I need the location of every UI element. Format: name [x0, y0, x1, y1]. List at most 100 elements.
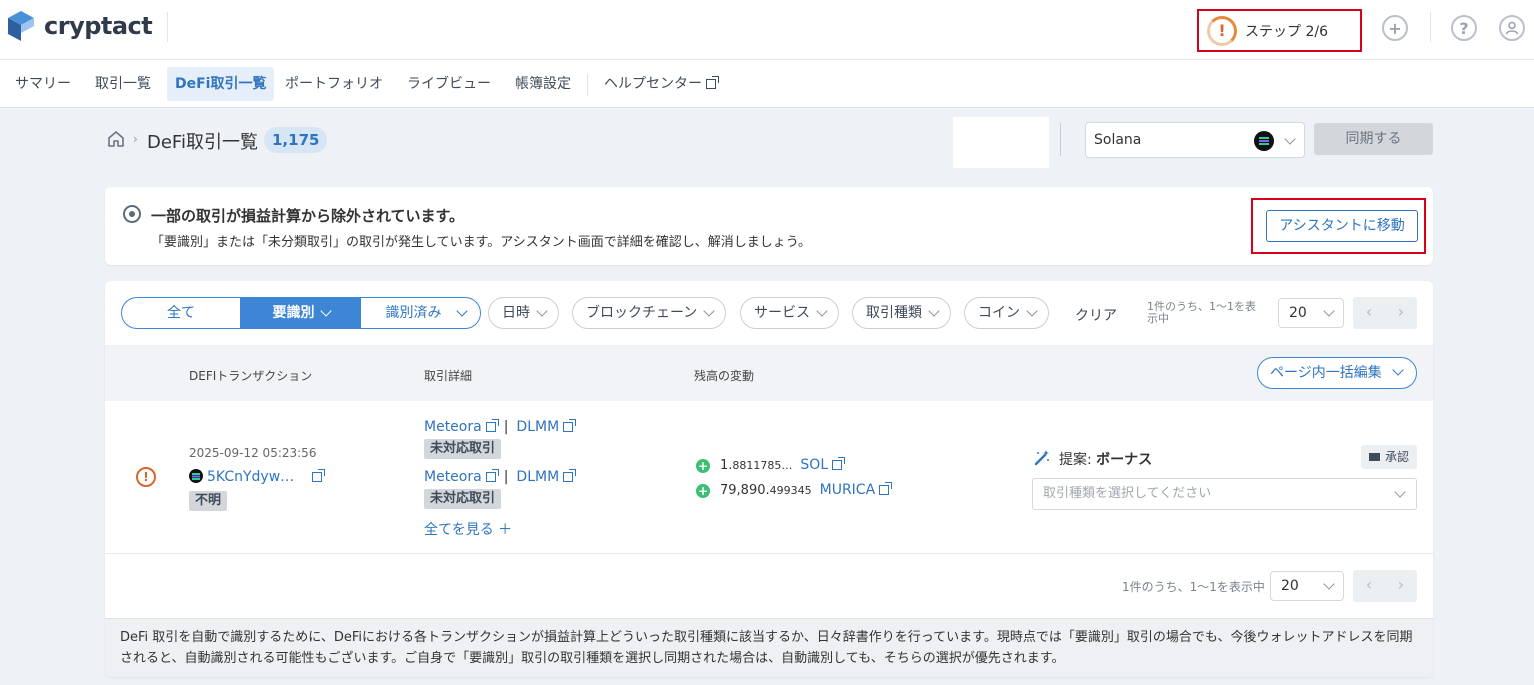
balance-change-item: +79,890.499345 MURICA: [696, 482, 893, 498]
suggestion: 提案: ボーナス: [1059, 449, 1152, 469]
unsupported-tag: 未対応取引: [424, 439, 502, 459]
header-balance-change: 残高の変動: [694, 369, 755, 383]
filter-service-label: サービス: [754, 305, 810, 321]
plus-icon: +: [696, 459, 710, 473]
bottom-per-page-value: 20: [1281, 578, 1299, 594]
external-link-icon: [485, 469, 499, 482]
nav-portfolio[interactable]: ポートフォリオ: [277, 67, 391, 101]
approve-label: 承認: [1385, 450, 1410, 464]
coin-symbol: MURICA: [819, 482, 876, 498]
chevron-down-icon: [536, 305, 548, 317]
suggestion-label: 提案:: [1059, 452, 1092, 468]
balance-amount-fraction: 8811785…: [732, 459, 793, 472]
step-label: ステップ 2/6: [1245, 23, 1328, 40]
pool-link[interactable]: DLMM: [516, 419, 559, 435]
filter-service[interactable]: サービス: [740, 297, 839, 329]
blockchain-select-value: Solana: [1094, 132, 1142, 148]
chevron-down-icon: [928, 305, 940, 317]
solana-icon: [189, 469, 203, 483]
add-icon[interactable]: +: [1382, 15, 1408, 41]
filter-date-label: 日時: [502, 305, 530, 321]
nav-transactions[interactable]: 取引一覧: [87, 67, 159, 101]
chevron-down-icon: [1323, 305, 1335, 317]
top-header: cryptact ! ステップ 2/6 + ?: [0, 0, 1534, 60]
filter-coin[interactable]: コイン: [964, 297, 1049, 329]
chevron-down-icon: [320, 305, 332, 317]
table-header: DEFIトランザクション 取引詳細 残高の変動 ページ内一括編集: [105, 345, 1433, 401]
defi-transaction-table: 全て 要識別 識別済み 日時 ブロックチェーン サービス 取引種類 コイン クリ…: [105, 281, 1433, 677]
protocol-link[interactable]: Meteora: [424, 469, 482, 485]
bulk-edit-button[interactable]: ページ内一括編集: [1257, 357, 1417, 389]
separator: |: [503, 419, 509, 435]
mail-icon: [1369, 453, 1380, 461]
tab-all[interactable]: 全て: [122, 298, 241, 328]
tab-identified[interactable]: 識別済み: [361, 298, 480, 328]
magic-wand-icon: [1034, 450, 1049, 466]
nav-help-center[interactable]: ヘルプセンター: [596, 67, 724, 101]
bottom-pagination-info: 1件のうち、1〜1を表示中: [1122, 580, 1265, 594]
chevron-down-icon: [703, 305, 715, 317]
logo[interactable]: cryptact: [6, 10, 153, 42]
bottom-pagination-arrows: ‹ ›: [1353, 570, 1417, 602]
nav-live-view[interactable]: ライブビュー: [399, 67, 499, 101]
user-icon[interactable]: [1499, 15, 1525, 41]
exclusion-alert: 一部の取引が損益計算から除外されています。 「要識別」または「未分類取引」の取引…: [105, 187, 1433, 265]
filter-coin-label: コイン: [978, 305, 1020, 321]
footer-note: DeFi 取引を自動で識別するために、DeFiにおける各トランザクションが損益計…: [105, 618, 1433, 677]
external-link-icon: [563, 419, 577, 432]
chevron-down-icon: [1323, 578, 1335, 590]
help-icon[interactable]: ?: [1451, 15, 1477, 41]
toolbar-divider: [1060, 123, 1061, 156]
filter-blockchain-label: ブロックチェーン: [586, 305, 698, 321]
chevron-down-icon: [1284, 133, 1296, 145]
logo-text: cryptact: [44, 12, 153, 40]
separator: |: [503, 469, 509, 485]
chevron-down-icon: [1392, 364, 1404, 376]
filter-date[interactable]: 日時: [488, 297, 559, 329]
see-all-link[interactable]: 全てを見る ＋: [424, 519, 512, 539]
nav-summary[interactable]: サマリー: [7, 67, 79, 101]
bottom-per-page-select[interactable]: 20: [1270, 571, 1344, 601]
filter-transaction-type[interactable]: 取引種類: [852, 297, 951, 329]
bulk-edit-label: ページ内一括編集: [1270, 365, 1382, 381]
status-badge: 不明: [189, 491, 228, 511]
prev-page-icon[interactable]: ‹: [1353, 570, 1385, 602]
prev-page-icon[interactable]: ‹: [1353, 297, 1385, 329]
go-to-assistant-button[interactable]: アシスタントに移動: [1266, 210, 1418, 242]
nav-defi-transactions[interactable]: DeFi取引一覧: [167, 67, 275, 101]
target-icon: [123, 205, 141, 223]
transaction-hash: 5KCnYdyw…: [207, 469, 295, 485]
pagination-arrows: ‹ ›: [1353, 297, 1417, 329]
filter-blockchain[interactable]: ブロックチェーン: [572, 297, 727, 329]
nav-ledger-settings[interactable]: 帳簿設定: [507, 67, 579, 101]
per-page-select[interactable]: 20: [1278, 298, 1344, 328]
table-row: ! 2025-09-12 05:23:56 5KCnYdyw… 不明 Meteo…: [105, 401, 1433, 554]
coin-link[interactable]: SOL: [800, 457, 846, 473]
breadcrumb-separator-icon: ›: [133, 132, 138, 146]
protocol-link[interactable]: Meteora: [424, 419, 482, 435]
header-divider: [167, 12, 168, 42]
home-icon[interactable]: [106, 129, 126, 149]
tab-needs-identification[interactable]: 要識別: [241, 298, 361, 328]
next-page-icon[interactable]: ›: [1385, 570, 1417, 602]
balance-amount: 1.: [720, 458, 733, 473]
chevron-down-icon: [1026, 305, 1038, 317]
alert-description: 「要識別」または「未分類取引」の取引が発生しています。アシスタント画面で詳細を確…: [151, 235, 812, 250]
step-progress-button[interactable]: ! ステップ 2/6: [1197, 9, 1362, 52]
next-page-icon[interactable]: ›: [1385, 297, 1417, 329]
unsupported-tag: 未対応取引: [424, 489, 502, 509]
sync-button[interactable]: 同期する: [1314, 123, 1433, 155]
pool-link[interactable]: DLMM: [516, 469, 559, 485]
transaction-type-select[interactable]: 取引種類を選択してください: [1032, 478, 1417, 510]
tab-identified-label: 識別済み: [385, 305, 442, 321]
external-link-icon: [485, 419, 499, 432]
approve-button[interactable]: 承認: [1361, 445, 1418, 469]
transaction-date: 2025-09-12 05:23:56: [189, 446, 317, 460]
external-link-icon: [879, 482, 893, 495]
coin-link[interactable]: MURICA: [819, 482, 893, 498]
tab-needs-identification-label: 要識別: [272, 305, 315, 321]
transaction-hash-link[interactable]: 5KCnYdyw…: [189, 469, 326, 485]
blockchain-select[interactable]: Solana: [1085, 122, 1305, 158]
warning-progress-icon: !: [1207, 15, 1237, 46]
clear-filters-link[interactable]: クリア: [1075, 305, 1117, 325]
